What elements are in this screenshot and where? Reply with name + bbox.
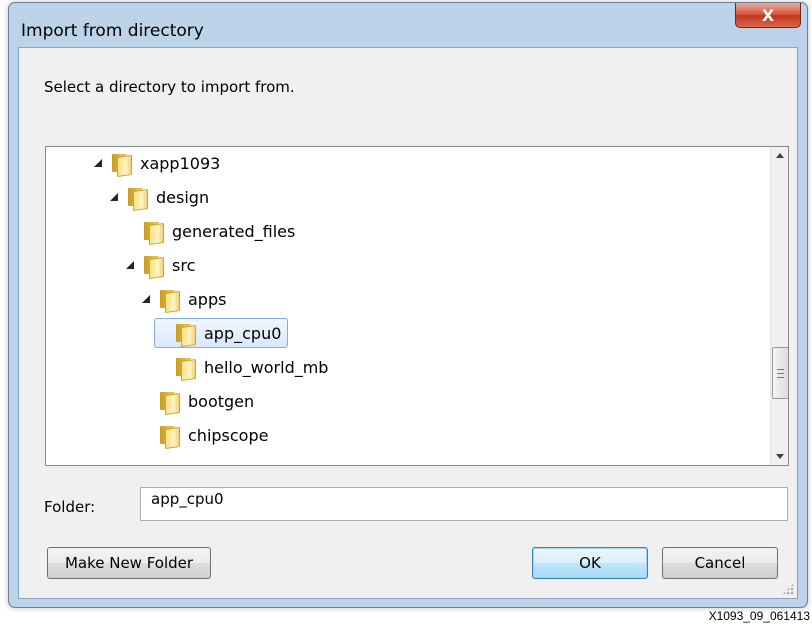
- tree-node-content[interactable]: bootgen: [138, 386, 261, 416]
- tree-node-label: xapp1093: [140, 153, 221, 173]
- tree-node-label: generated_files: [172, 221, 296, 241]
- tree-node-label: apps: [188, 289, 227, 309]
- tree-node-label: hello_world_mb: [204, 357, 329, 377]
- folder-front-shape: [165, 290, 180, 314]
- window-title: Import from directory: [21, 21, 204, 41]
- scroll-down-button[interactable]: [771, 448, 788, 465]
- folder-icon: [142, 254, 164, 280]
- tree-node[interactable]: chipscope: [138, 420, 275, 450]
- folder-front-shape: [165, 426, 180, 450]
- tree-node[interactable]: xapp1093: [90, 148, 227, 178]
- grip-icon: [777, 368, 784, 378]
- tree-node-label: src: [172, 255, 196, 275]
- tree-node[interactable]: generated_files: [122, 216, 302, 246]
- make-new-folder-button[interactable]: Make New Folder: [47, 547, 211, 579]
- tree-node-content[interactable]: design: [106, 182, 216, 212]
- tree-node[interactable]: app_cpu0: [154, 318, 289, 348]
- folder-icon: [158, 390, 180, 416]
- folder-icon: [158, 424, 180, 450]
- dialog-body: Select a directory to import from. xapp1…: [18, 47, 798, 599]
- dialog-window: Import from directory X Select a directo…: [8, 2, 808, 608]
- tree-viewport: xapp1093 design generated_filessrc apps app_…: [46, 147, 771, 465]
- close-icon: X: [761, 5, 775, 25]
- ok-button[interactable]: OK: [532, 547, 648, 579]
- instruction-text: Select a directory to import from.: [44, 78, 295, 96]
- expanded-arrow-icon[interactable]: [94, 159, 102, 167]
- folder-icon: [174, 356, 196, 382]
- figure-caption: X1093_09_061413: [708, 609, 810, 623]
- title-bar[interactable]: Import from directory X: [9, 3, 807, 43]
- folder-tree[interactable]: xapp1093 design generated_filessrc apps app_…: [45, 146, 789, 466]
- expanded-arrow-icon[interactable]: [110, 193, 118, 201]
- tree-node-label: bootgen: [188, 391, 255, 411]
- tree-node-content[interactable]: xapp1093: [90, 148, 227, 178]
- scroll-thumb[interactable]: [772, 347, 788, 399]
- expanded-arrow-icon[interactable]: [126, 261, 134, 269]
- scroll-up-button[interactable]: [771, 147, 788, 164]
- folder-front-shape: [133, 188, 148, 212]
- folder-icon: [110, 152, 132, 178]
- folder-front-shape: [149, 222, 164, 246]
- expanded-arrow-icon[interactable]: [142, 295, 150, 303]
- tree-node[interactable]: bootgen: [138, 386, 261, 416]
- arrow-down-icon: [775, 454, 784, 459]
- tree-scrollbar[interactable]: [770, 147, 788, 465]
- tree-node-content[interactable]: apps: [138, 284, 233, 314]
- folder-icon: [142, 220, 164, 246]
- folder-input[interactable]: [140, 487, 788, 521]
- folder-front-shape: [181, 324, 196, 348]
- tree-node[interactable]: apps: [138, 284, 233, 314]
- tree-node-content[interactable]: generated_files: [122, 216, 302, 246]
- close-button[interactable]: X: [735, 3, 801, 28]
- folder-front-shape: [181, 358, 196, 382]
- resize-grip-icon[interactable]: [782, 583, 794, 595]
- folder-icon: [174, 322, 196, 348]
- tree-node-content[interactable]: src: [122, 250, 202, 280]
- tree-node[interactable]: design: [106, 182, 216, 212]
- tree-node[interactable]: src: [122, 250, 202, 280]
- tree-node[interactable]: hello_world_mb: [154, 352, 335, 382]
- tree-node-content[interactable]: chipscope: [138, 420, 275, 450]
- folder-icon: [126, 186, 148, 212]
- tree-node-label: design: [156, 187, 210, 207]
- arrow-up-icon: [775, 153, 784, 158]
- folder-icon: [158, 288, 180, 314]
- folder-front-shape: [117, 154, 132, 178]
- tree-node-content[interactable]: app_cpu0: [154, 318, 289, 348]
- tree-node-label: app_cpu0: [204, 323, 282, 343]
- folder-front-shape: [165, 392, 180, 416]
- tree-node-content[interactable]: hello_world_mb: [154, 352, 335, 382]
- folder-front-shape: [149, 256, 164, 280]
- cancel-button[interactable]: Cancel: [662, 547, 778, 579]
- folder-field-label: Folder:: [44, 498, 96, 516]
- tree-node-label: chipscope: [188, 425, 269, 445]
